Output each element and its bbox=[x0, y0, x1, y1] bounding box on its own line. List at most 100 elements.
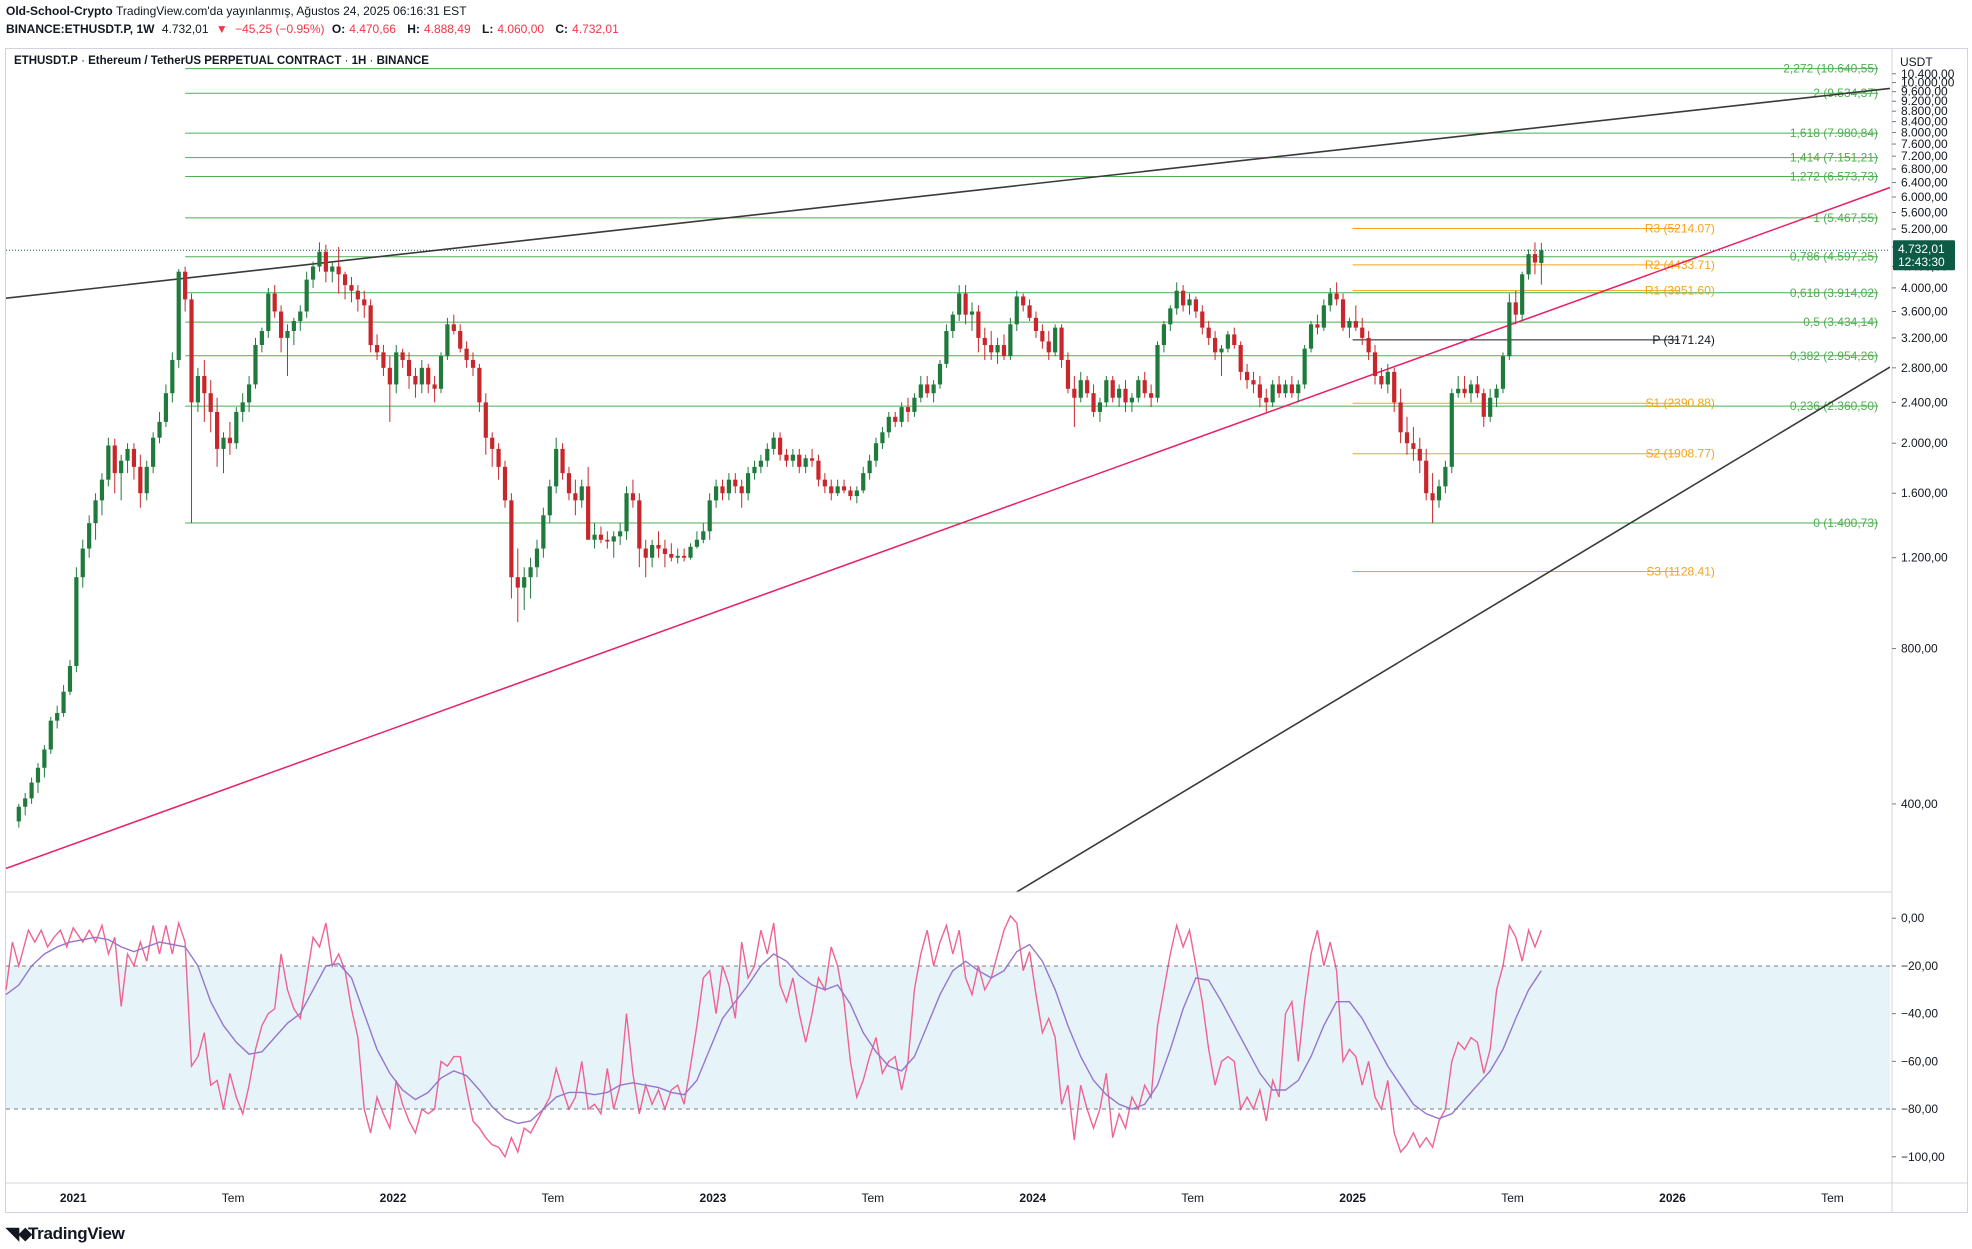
candle-body bbox=[285, 331, 290, 338]
candle-body bbox=[1385, 371, 1390, 385]
candle-body bbox=[272, 293, 277, 312]
time-tick-label: 2024 bbox=[1019, 1191, 1046, 1205]
candle-body bbox=[112, 445, 117, 474]
candle-body bbox=[458, 331, 463, 349]
candle-body bbox=[413, 375, 418, 385]
last-price-tag: 4.732,0112:43:30 bbox=[1893, 240, 1955, 271]
time-tick-label: Tem bbox=[861, 1191, 884, 1205]
candle-body bbox=[202, 375, 207, 394]
candle-body bbox=[803, 458, 808, 467]
candle-body bbox=[266, 293, 271, 332]
candle-body bbox=[1110, 380, 1115, 398]
candle-body bbox=[55, 713, 60, 721]
time-tick-label: 2026 bbox=[1659, 1191, 1686, 1205]
candle-body bbox=[387, 367, 392, 385]
fib-label-5: 0,786 (4.597,25) bbox=[1790, 250, 1878, 264]
candle-body bbox=[1398, 402, 1403, 433]
candle-body bbox=[957, 293, 962, 315]
candle-body bbox=[1456, 388, 1461, 394]
candle-body bbox=[1033, 317, 1039, 332]
candle-body bbox=[976, 311, 981, 338]
candle-body bbox=[848, 490, 853, 497]
candle-body bbox=[1142, 380, 1147, 394]
candle-body bbox=[183, 271, 188, 300]
candle-body bbox=[809, 458, 815, 461]
chart-canvas[interactable]: 0 (1.400,73)0,236 (2.360,50)0,382 (2.954… bbox=[0, 0, 1972, 1249]
pivot-levels: R3 (5214.07) R2 (4433.71) R1 (3951.60) P (3… bbox=[1352, 221, 1715, 578]
candle-body bbox=[419, 367, 424, 385]
candle-body bbox=[93, 500, 98, 524]
candle-body bbox=[739, 486, 744, 494]
pivot-label-3: P (3171.24) bbox=[1652, 333, 1715, 347]
candle-body bbox=[368, 305, 373, 346]
candle-body bbox=[157, 421, 162, 438]
candle-body bbox=[707, 500, 712, 532]
candle-body bbox=[816, 460, 821, 480]
candles bbox=[16, 242, 1544, 828]
candle-body bbox=[573, 493, 578, 501]
fib-label-8: 1,414 (7.151,21) bbox=[1790, 151, 1878, 165]
time-tick-label: 2025 bbox=[1339, 1191, 1366, 1205]
candle-body bbox=[1360, 327, 1365, 338]
channel-group bbox=[6, 87, 1890, 892]
tradingview-logo[interactable]: ◥◆TradingView bbox=[6, 1224, 125, 1244]
price-tick-label: 3.600,00 bbox=[1901, 305, 1948, 319]
candle-body bbox=[1225, 334, 1230, 349]
candle-body bbox=[1430, 493, 1435, 501]
candle-body bbox=[905, 407, 911, 412]
candle-body bbox=[1411, 443, 1416, 449]
candle-body bbox=[195, 375, 201, 403]
candle-body bbox=[1481, 393, 1486, 417]
candle-body bbox=[144, 466, 149, 494]
candle-body bbox=[1270, 384, 1275, 403]
candle-body bbox=[490, 437, 495, 449]
candle-body bbox=[477, 367, 482, 403]
candle-body bbox=[1372, 352, 1378, 376]
candle-body bbox=[1117, 388, 1122, 398]
candle-body bbox=[119, 460, 124, 474]
candle-body bbox=[1091, 393, 1096, 412]
candle-body bbox=[1507, 302, 1512, 357]
candle-body bbox=[394, 352, 399, 385]
candle-body bbox=[1302, 348, 1307, 385]
candle-body bbox=[1168, 308, 1173, 325]
candle-body bbox=[682, 555, 687, 558]
price-tick-label: 6.000,00 bbox=[1901, 190, 1948, 204]
candle-body bbox=[1289, 384, 1294, 394]
time-tick-label: Tem bbox=[542, 1191, 565, 1205]
candle-body bbox=[464, 348, 469, 360]
candle-body bbox=[765, 448, 770, 461]
candle-body bbox=[1219, 348, 1224, 353]
candle-body bbox=[1014, 296, 1019, 325]
candle-body bbox=[1526, 254, 1531, 275]
candle-body bbox=[662, 548, 668, 555]
candle-body bbox=[1283, 384, 1288, 394]
candle-body bbox=[1404, 432, 1410, 444]
candle-body bbox=[624, 493, 629, 532]
price-tag-countdown: 12:43:30 bbox=[1898, 255, 1945, 269]
candle-body bbox=[515, 577, 520, 588]
pivot-label-1: R2 (4433.71) bbox=[1645, 258, 1715, 272]
candle-body bbox=[298, 311, 303, 322]
candle-body bbox=[918, 384, 923, 398]
candle-body bbox=[1257, 384, 1262, 398]
candle-body bbox=[1065, 359, 1071, 389]
candle-body bbox=[547, 486, 552, 516]
candle-body bbox=[323, 251, 328, 272]
candle-body bbox=[1149, 393, 1154, 398]
candle-body bbox=[1308, 324, 1314, 349]
candle-body bbox=[752, 466, 757, 474]
candle-body bbox=[1078, 380, 1083, 398]
candle-body bbox=[106, 445, 111, 480]
candle-body bbox=[861, 473, 866, 491]
candle-body bbox=[1475, 384, 1480, 394]
candle-body bbox=[1161, 324, 1167, 346]
candle-body bbox=[995, 345, 1000, 353]
candle-body bbox=[886, 416, 891, 433]
candle-body bbox=[925, 384, 930, 394]
candle-body bbox=[829, 486, 834, 494]
price-tick-label: 2.800,00 bbox=[1901, 361, 1948, 375]
candle-body bbox=[605, 539, 610, 542]
pivot-label-0: R3 (5214.07) bbox=[1645, 221, 1715, 235]
candle-body bbox=[151, 437, 156, 467]
